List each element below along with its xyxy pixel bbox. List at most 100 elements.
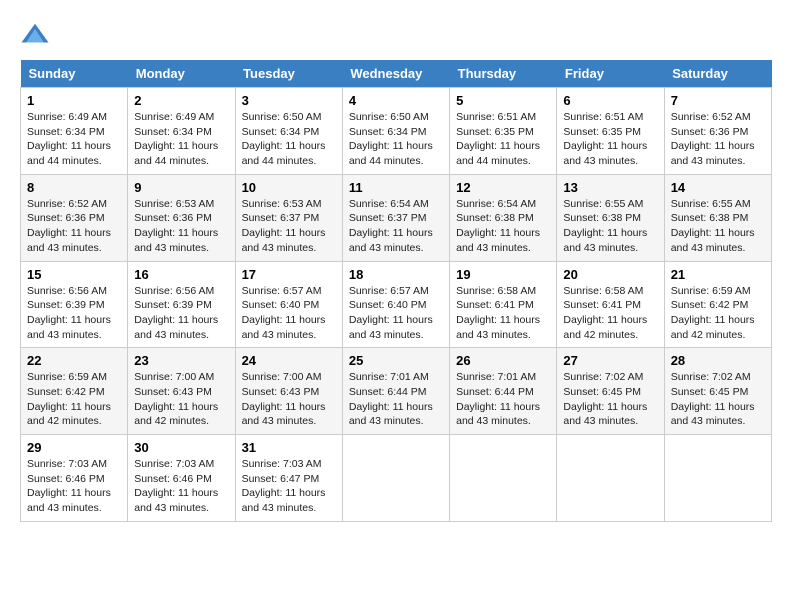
day-number: 17 (242, 267, 336, 282)
day-number: 28 (671, 353, 765, 368)
calendar-day-header: Friday (557, 60, 664, 88)
cell-text: Sunrise: 6:59 AMSunset: 6:42 PMDaylight:… (671, 285, 755, 341)
calendar-cell: 20 Sunrise: 6:58 AMSunset: 6:41 PMDaylig… (557, 261, 664, 348)
calendar-cell: 17 Sunrise: 6:57 AMSunset: 6:40 PMDaylig… (235, 261, 342, 348)
calendar-cell: 25 Sunrise: 7:01 AMSunset: 6:44 PMDaylig… (342, 348, 449, 435)
calendar-cell: 16 Sunrise: 6:56 AMSunset: 6:39 PMDaylig… (128, 261, 235, 348)
cell-text: Sunrise: 7:03 AMSunset: 6:47 PMDaylight:… (242, 458, 326, 514)
calendar-table: SundayMondayTuesdayWednesdayThursdayFrid… (20, 60, 772, 522)
calendar-cell: 18 Sunrise: 6:57 AMSunset: 6:40 PMDaylig… (342, 261, 449, 348)
calendar-cell: 6 Sunrise: 6:51 AMSunset: 6:35 PMDayligh… (557, 88, 664, 175)
calendar-cell: 29 Sunrise: 7:03 AMSunset: 6:46 PMDaylig… (21, 435, 128, 522)
calendar-cell (342, 435, 449, 522)
cell-text: Sunrise: 7:02 AMSunset: 6:45 PMDaylight:… (671, 371, 755, 427)
cell-text: Sunrise: 6:56 AMSunset: 6:39 PMDaylight:… (134, 285, 218, 341)
day-number: 24 (242, 353, 336, 368)
calendar-day-header: Saturday (664, 60, 771, 88)
calendar-day-header: Monday (128, 60, 235, 88)
day-number: 21 (671, 267, 765, 282)
calendar-week-row: 1 Sunrise: 6:49 AMSunset: 6:34 PMDayligh… (21, 88, 772, 175)
cell-text: Sunrise: 6:55 AMSunset: 6:38 PMDaylight:… (563, 198, 647, 254)
day-number: 8 (27, 180, 121, 195)
calendar-week-row: 15 Sunrise: 6:56 AMSunset: 6:39 PMDaylig… (21, 261, 772, 348)
cell-text: Sunrise: 6:54 AMSunset: 6:38 PMDaylight:… (456, 198, 540, 254)
cell-text: Sunrise: 6:49 AMSunset: 6:34 PMDaylight:… (134, 111, 218, 167)
day-number: 16 (134, 267, 228, 282)
calendar-cell: 12 Sunrise: 6:54 AMSunset: 6:38 PMDaylig… (450, 174, 557, 261)
cell-text: Sunrise: 6:52 AMSunset: 6:36 PMDaylight:… (671, 111, 755, 167)
calendar-day-header: Tuesday (235, 60, 342, 88)
cell-text: Sunrise: 7:01 AMSunset: 6:44 PMDaylight:… (456, 371, 540, 427)
cell-text: Sunrise: 6:59 AMSunset: 6:42 PMDaylight:… (27, 371, 111, 427)
day-number: 26 (456, 353, 550, 368)
day-number: 5 (456, 93, 550, 108)
cell-text: Sunrise: 6:52 AMSunset: 6:36 PMDaylight:… (27, 198, 111, 254)
calendar-cell: 22 Sunrise: 6:59 AMSunset: 6:42 PMDaylig… (21, 348, 128, 435)
cell-text: Sunrise: 6:56 AMSunset: 6:39 PMDaylight:… (27, 285, 111, 341)
day-number: 30 (134, 440, 228, 455)
day-number: 6 (563, 93, 657, 108)
cell-text: Sunrise: 7:03 AMSunset: 6:46 PMDaylight:… (27, 458, 111, 514)
day-number: 22 (27, 353, 121, 368)
day-number: 9 (134, 180, 228, 195)
cell-text: Sunrise: 6:57 AMSunset: 6:40 PMDaylight:… (242, 285, 326, 341)
calendar-cell: 4 Sunrise: 6:50 AMSunset: 6:34 PMDayligh… (342, 88, 449, 175)
calendar-cell: 7 Sunrise: 6:52 AMSunset: 6:36 PMDayligh… (664, 88, 771, 175)
calendar-cell (557, 435, 664, 522)
calendar-cell: 26 Sunrise: 7:01 AMSunset: 6:44 PMDaylig… (450, 348, 557, 435)
calendar-cell (450, 435, 557, 522)
calendar-header-row: SundayMondayTuesdayWednesdayThursdayFrid… (21, 60, 772, 88)
cell-text: Sunrise: 6:53 AMSunset: 6:36 PMDaylight:… (134, 198, 218, 254)
calendar-cell: 19 Sunrise: 6:58 AMSunset: 6:41 PMDaylig… (450, 261, 557, 348)
day-number: 2 (134, 93, 228, 108)
calendar-week-row: 29 Sunrise: 7:03 AMSunset: 6:46 PMDaylig… (21, 435, 772, 522)
cell-text: Sunrise: 6:50 AMSunset: 6:34 PMDaylight:… (242, 111, 326, 167)
day-number: 20 (563, 267, 657, 282)
calendar-cell: 24 Sunrise: 7:00 AMSunset: 6:43 PMDaylig… (235, 348, 342, 435)
day-number: 23 (134, 353, 228, 368)
calendar-cell: 27 Sunrise: 7:02 AMSunset: 6:45 PMDaylig… (557, 348, 664, 435)
cell-text: Sunrise: 7:00 AMSunset: 6:43 PMDaylight:… (242, 371, 326, 427)
cell-text: Sunrise: 6:53 AMSunset: 6:37 PMDaylight:… (242, 198, 326, 254)
calendar-cell: 10 Sunrise: 6:53 AMSunset: 6:37 PMDaylig… (235, 174, 342, 261)
cell-text: Sunrise: 6:51 AMSunset: 6:35 PMDaylight:… (563, 111, 647, 167)
calendar-cell: 11 Sunrise: 6:54 AMSunset: 6:37 PMDaylig… (342, 174, 449, 261)
day-number: 12 (456, 180, 550, 195)
day-number: 25 (349, 353, 443, 368)
cell-text: Sunrise: 7:00 AMSunset: 6:43 PMDaylight:… (134, 371, 218, 427)
day-number: 29 (27, 440, 121, 455)
day-number: 10 (242, 180, 336, 195)
day-number: 15 (27, 267, 121, 282)
cell-text: Sunrise: 6:58 AMSunset: 6:41 PMDaylight:… (563, 285, 647, 341)
cell-text: Sunrise: 7:01 AMSunset: 6:44 PMDaylight:… (349, 371, 433, 427)
day-number: 1 (27, 93, 121, 108)
cell-text: Sunrise: 6:51 AMSunset: 6:35 PMDaylight:… (456, 111, 540, 167)
calendar-cell (664, 435, 771, 522)
calendar-cell: 1 Sunrise: 6:49 AMSunset: 6:34 PMDayligh… (21, 88, 128, 175)
cell-text: Sunrise: 6:55 AMSunset: 6:38 PMDaylight:… (671, 198, 755, 254)
cell-text: Sunrise: 6:54 AMSunset: 6:37 PMDaylight:… (349, 198, 433, 254)
page-header (20, 20, 772, 50)
calendar-cell: 14 Sunrise: 6:55 AMSunset: 6:38 PMDaylig… (664, 174, 771, 261)
calendar-day-header: Thursday (450, 60, 557, 88)
calendar-cell: 31 Sunrise: 7:03 AMSunset: 6:47 PMDaylig… (235, 435, 342, 522)
calendar-cell: 3 Sunrise: 6:50 AMSunset: 6:34 PMDayligh… (235, 88, 342, 175)
calendar-week-row: 22 Sunrise: 6:59 AMSunset: 6:42 PMDaylig… (21, 348, 772, 435)
day-number: 19 (456, 267, 550, 282)
calendar-cell: 8 Sunrise: 6:52 AMSunset: 6:36 PMDayligh… (21, 174, 128, 261)
day-number: 7 (671, 93, 765, 108)
day-number: 31 (242, 440, 336, 455)
cell-text: Sunrise: 6:58 AMSunset: 6:41 PMDaylight:… (456, 285, 540, 341)
day-number: 27 (563, 353, 657, 368)
day-number: 4 (349, 93, 443, 108)
calendar-cell: 5 Sunrise: 6:51 AMSunset: 6:35 PMDayligh… (450, 88, 557, 175)
day-number: 3 (242, 93, 336, 108)
logo-icon (20, 20, 50, 50)
calendar-cell: 30 Sunrise: 7:03 AMSunset: 6:46 PMDaylig… (128, 435, 235, 522)
day-number: 14 (671, 180, 765, 195)
day-number: 13 (563, 180, 657, 195)
cell-text: Sunrise: 6:49 AMSunset: 6:34 PMDaylight:… (27, 111, 111, 167)
calendar-day-header: Wednesday (342, 60, 449, 88)
calendar-cell: 13 Sunrise: 6:55 AMSunset: 6:38 PMDaylig… (557, 174, 664, 261)
calendar-cell: 15 Sunrise: 6:56 AMSunset: 6:39 PMDaylig… (21, 261, 128, 348)
